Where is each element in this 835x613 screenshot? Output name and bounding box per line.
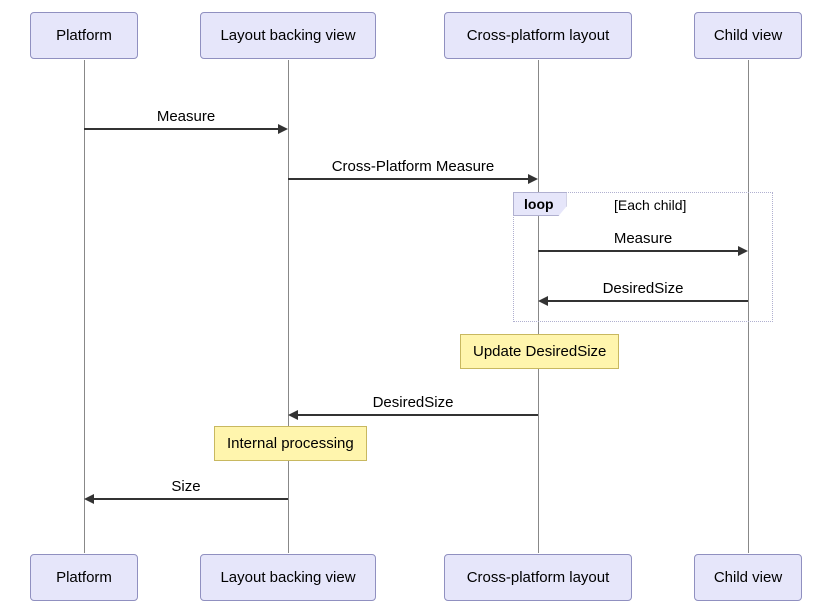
message-arrow	[288, 178, 528, 180]
message-label-measure-2: Measure	[614, 230, 672, 247]
note-internal-processing: Internal processing	[214, 426, 367, 461]
loop-label: loop	[513, 192, 567, 216]
arrow-head-icon	[738, 246, 748, 256]
loop-frame: loop [Each child]	[513, 192, 773, 322]
participant-backing-bottom: Layout backing view	[200, 554, 376, 601]
note-text: Internal processing	[227, 435, 354, 452]
loop-keyword: loop	[524, 196, 554, 212]
participant-backing-top: Layout backing view	[200, 12, 376, 59]
participant-platform-bottom: Platform	[30, 554, 138, 601]
message-arrow	[298, 414, 538, 416]
msg-text: DesiredSize	[373, 394, 454, 411]
arrow-head-icon	[278, 124, 288, 134]
message-label-cross-measure: Cross-Platform Measure	[332, 158, 495, 175]
message-label-size: Size	[171, 478, 200, 495]
arrow-head-icon	[84, 494, 94, 504]
message-arrow	[84, 128, 278, 130]
participant-child-bottom: Child view	[694, 554, 802, 601]
msg-text: Cross-Platform Measure	[332, 158, 495, 175]
msg-text: Size	[171, 478, 200, 495]
participant-cross-bottom: Cross-platform layout	[444, 554, 632, 601]
message-label-desiredsize-2: DesiredSize	[373, 394, 454, 411]
note-update-desiredsize: Update DesiredSize	[460, 334, 619, 369]
participant-cross-top: Cross-platform layout	[444, 12, 632, 59]
message-label-desiredsize-1: DesiredSize	[603, 280, 684, 297]
message-arrow	[94, 498, 288, 500]
lifeline-platform	[84, 60, 85, 553]
message-label-measure-1: Measure	[157, 108, 215, 125]
participant-label: Platform	[56, 27, 112, 44]
arrow-head-icon	[288, 410, 298, 420]
participant-label: Child view	[714, 27, 782, 44]
message-arrow	[548, 300, 748, 302]
participant-label: Layout backing view	[220, 27, 355, 44]
message-arrow	[538, 250, 738, 252]
arrow-head-icon	[538, 296, 548, 306]
msg-text: DesiredSize	[603, 280, 684, 297]
arrow-head-icon	[528, 174, 538, 184]
msg-text: Measure	[614, 230, 672, 247]
msg-text: Measure	[157, 108, 215, 125]
loop-condition-text: [Each child]	[614, 197, 686, 213]
lifeline-backing	[288, 60, 289, 553]
note-text: Update DesiredSize	[473, 343, 606, 360]
participant-label: Layout backing view	[220, 569, 355, 586]
participant-platform-top: Platform	[30, 12, 138, 59]
loop-condition: [Each child]	[614, 197, 686, 213]
participant-label: Platform	[56, 569, 112, 586]
participant-child-top: Child view	[694, 12, 802, 59]
participant-label: Cross-platform layout	[467, 569, 610, 586]
participant-label: Child view	[714, 569, 782, 586]
participant-label: Cross-platform layout	[467, 27, 610, 44]
